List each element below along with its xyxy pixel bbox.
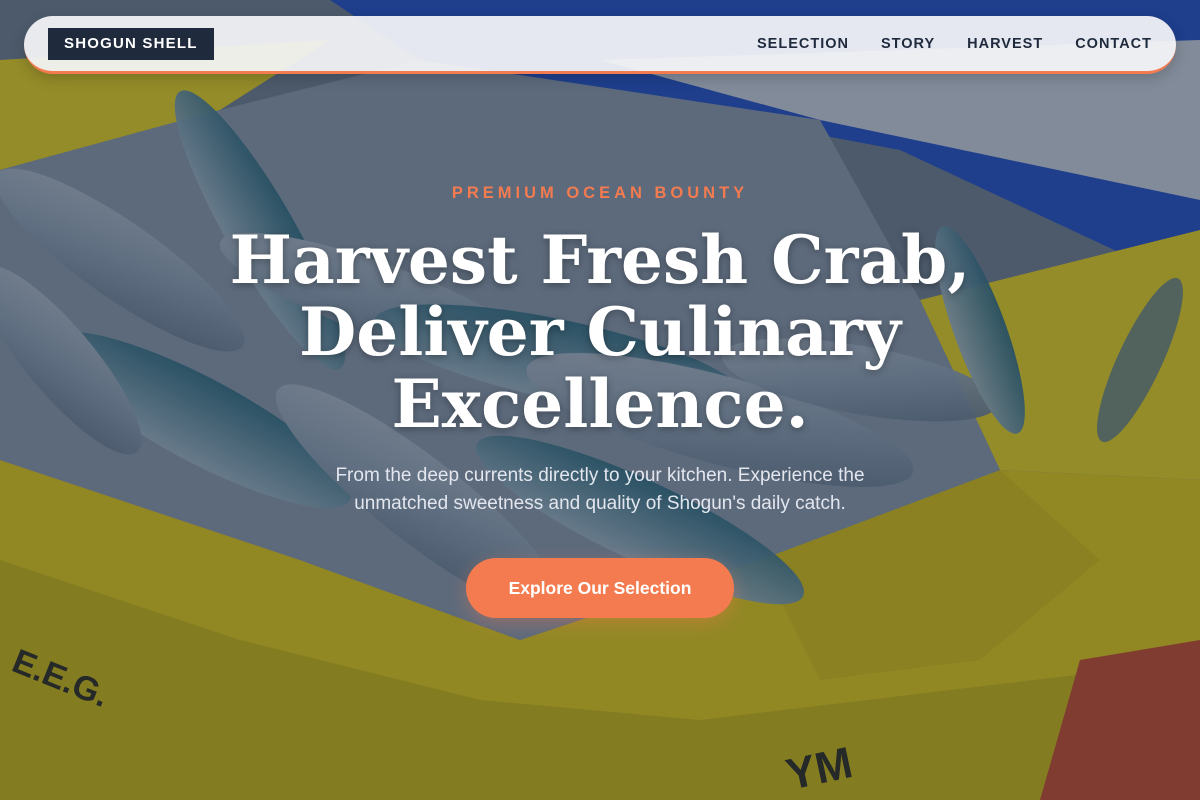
explore-selection-button[interactable]: Explore Our Selection xyxy=(466,558,734,618)
hero-eyebrow: PREMIUM OCEAN BOUNTY xyxy=(451,184,749,202)
hero-subtext: From the deep currents directly to your … xyxy=(335,465,865,514)
hero-section: PREMIUM OCEAN BOUNTY Harvest Fresh Crab,… xyxy=(0,0,1200,800)
hero-headline: Harvest Fresh Crab, Deliver Culinary Exc… xyxy=(229,221,971,443)
